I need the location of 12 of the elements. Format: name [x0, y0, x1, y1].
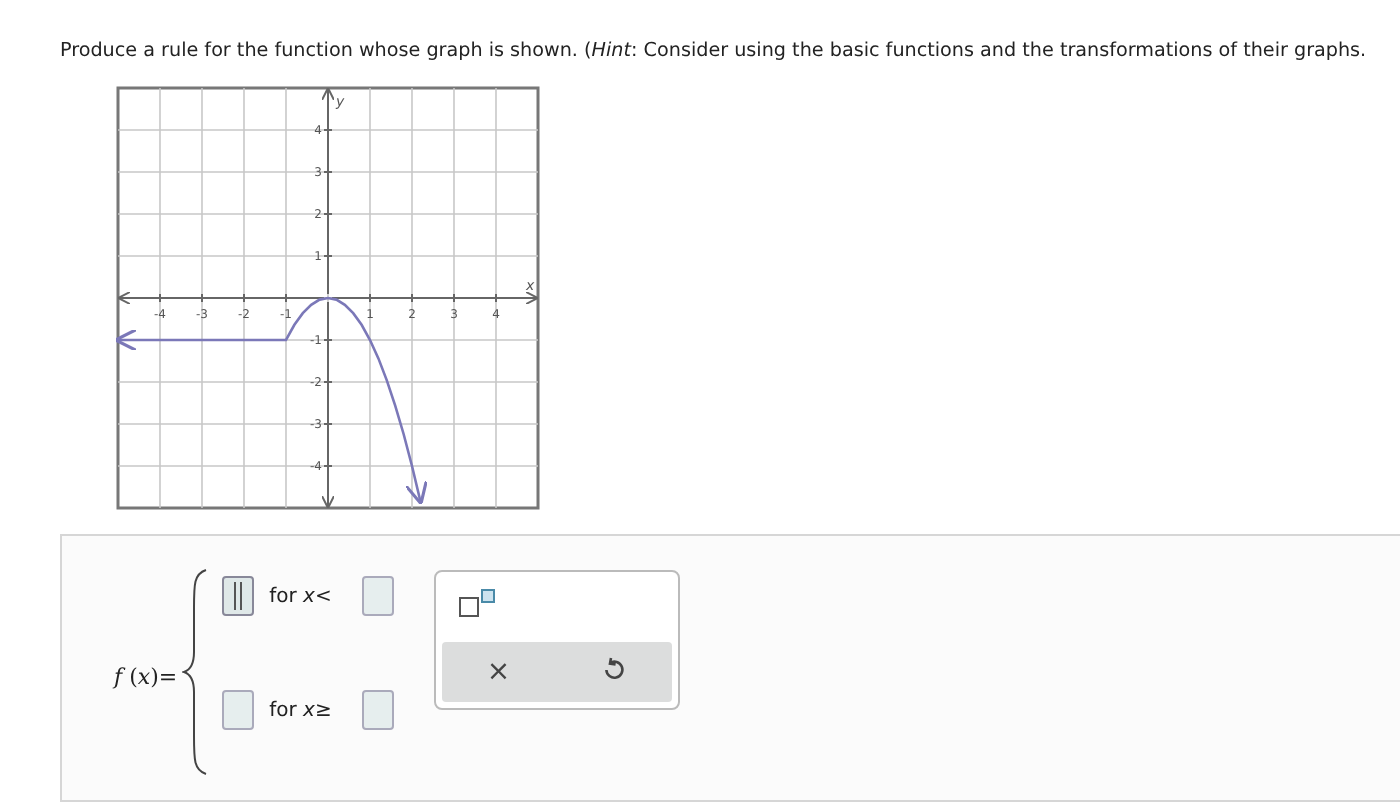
question-text: Produce a rule for the function whose graph is shown. (Hint: Consider using the basic functions and the transformations of their graphs. [60, 40, 1367, 62]
superscript-icon [457, 587, 498, 619]
function-name: f (x)= [114, 664, 178, 690]
expression-input[interactable] [221, 576, 254, 616]
undo-icon [601, 655, 626, 681]
bound-input[interactable] [361, 576, 394, 616]
clear-button[interactable]: × [474, 652, 523, 692]
condition-text: for x< [269, 585, 334, 607]
bound-input[interactable] [361, 690, 394, 730]
condition-text: for x≥ [269, 699, 334, 721]
brace-icon [181, 568, 210, 776]
expression-input[interactable] [221, 690, 254, 730]
